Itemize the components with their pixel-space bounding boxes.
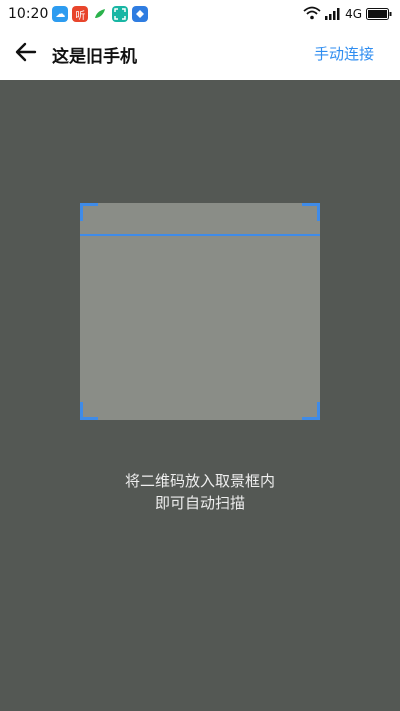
status-bar: 10:20 ☁ 听 4G bbox=[0, 0, 400, 28]
scan-app-icon bbox=[112, 6, 129, 22]
listen-app-icon: 听 bbox=[72, 6, 89, 22]
scan-hint-line1: 将二维码放入取景框内 bbox=[124, 472, 275, 490]
battery-icon bbox=[366, 5, 392, 24]
network-type: 4G bbox=[345, 7, 362, 21]
page-title: 这是旧手机 bbox=[52, 46, 137, 67]
scan-line bbox=[80, 234, 320, 236]
scan-frame bbox=[80, 203, 320, 420]
frame-corner-bottom-right bbox=[302, 402, 320, 420]
app-bar: 这是旧手机 手动连接 bbox=[0, 28, 400, 80]
camera-viewfinder: 将二维码放入取景框内 即可自动扫描 bbox=[0, 80, 400, 711]
status-right: 4G bbox=[303, 0, 392, 28]
back-button[interactable] bbox=[0, 28, 52, 80]
arrow-left-icon bbox=[15, 42, 37, 66]
leaf-app-icon bbox=[92, 6, 109, 22]
store-app-icon bbox=[132, 6, 149, 22]
status-time: 10:20 bbox=[8, 6, 49, 22]
manual-connect-button[interactable]: 手动连接 bbox=[314, 28, 374, 80]
frame-corner-top-right bbox=[302, 203, 320, 221]
cloud-icon: ☁ bbox=[52, 6, 69, 22]
wifi-icon bbox=[303, 5, 321, 24]
signal-icon bbox=[325, 5, 341, 24]
scan-hint-line2: 即可自动扫描 bbox=[154, 494, 245, 512]
frame-corner-bottom-left bbox=[80, 402, 98, 420]
frame-corner-top-left bbox=[80, 203, 98, 221]
